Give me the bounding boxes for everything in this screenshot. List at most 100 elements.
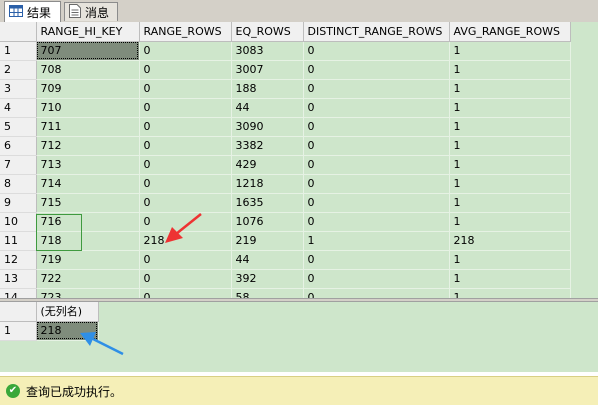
table-cell-eq-rows[interactable]: 58 [231,288,304,298]
table-cell-range-rows[interactable]: 218 [139,231,232,251]
row-number[interactable]: 7 [0,155,37,175]
table-row[interactable]: 9 715 0 1635 0 1 [0,193,571,213]
table-cell-distinct-range-rows[interactable]: 0 [303,136,450,156]
table-row[interactable]: 1 707 0 3083 0 1 [0,41,571,61]
header-corner[interactable] [0,302,37,322]
table-cell-range-rows[interactable]: 0 [139,98,232,118]
table-cell-eq-rows[interactable]: 3007 [231,60,304,80]
table-row[interactable]: 3 709 0 188 0 1 [0,79,571,99]
table-row[interactable]: 5 711 0 3090 0 1 [0,117,571,137]
table-cell-eq-rows[interactable]: 3083 [231,41,304,61]
table-cell-distinct-range-rows[interactable]: 0 [303,193,450,213]
column-header-avg-range-rows[interactable]: AVG_RANGE_ROWS [449,22,571,42]
table-cell-avg-range-rows[interactable]: 1 [449,60,571,80]
table-cell-avg-range-rows[interactable]: 1 [449,136,571,156]
table-cell-avg-range-rows[interactable]: 1 [449,174,571,194]
table-row[interactable]: 11 718 218 219 1 218 [0,231,571,251]
table-cell-range-hi-key[interactable]: 711 [36,117,140,137]
table-cell-distinct-range-rows[interactable]: 0 [303,117,450,137]
row-number[interactable]: 1 [0,321,37,341]
row-number[interactable]: 9 [0,193,37,213]
table-cell-avg-range-rows[interactable]: 1 [449,250,571,270]
table-cell-distinct-range-rows[interactable]: 1 [303,231,450,251]
table-cell-avg-range-rows[interactable]: 1 [449,288,571,298]
table-cell-range-hi-key[interactable]: 716 [36,212,140,232]
table-cell-eq-rows[interactable]: 44 [231,250,304,270]
table-cell-range-rows[interactable]: 0 [139,79,232,99]
table-cell-eq-rows[interactable]: 3382 [231,136,304,156]
table-cell-avg-range-rows[interactable]: 1 [449,155,571,175]
table-row[interactable]: 12 719 0 44 0 1 [0,250,571,270]
table-cell-range-rows[interactable]: 0 [139,193,232,213]
table-row[interactable]: 13 722 0 392 0 1 [0,269,571,289]
table-cell-eq-rows[interactable]: 429 [231,155,304,175]
row-number[interactable]: 11 [0,231,37,251]
table-cell-range-rows[interactable]: 0 [139,250,232,270]
row-number[interactable]: 8 [0,174,37,194]
table-cell-avg-range-rows[interactable]: 1 [449,269,571,289]
table-cell-distinct-range-rows[interactable]: 0 [303,60,450,80]
table-cell-eq-rows[interactable]: 392 [231,269,304,289]
row-number[interactable]: 10 [0,212,37,232]
histogram-results-grid[interactable]: RANGE_HI_KEY RANGE_ROWS EQ_ROWS DISTINCT… [0,22,598,298]
table-cell-range-rows[interactable]: 0 [139,174,232,194]
table-cell-range-hi-key[interactable]: 714 [36,174,140,194]
table-cell-avg-range-rows[interactable]: 1 [449,41,571,61]
table-cell-distinct-range-rows[interactable]: 0 [303,98,450,118]
table-cell-avg-range-rows[interactable]: 1 [449,117,571,137]
table-row[interactable]: 6 712 0 3382 0 1 [0,136,571,156]
table-cell-distinct-range-rows[interactable]: 0 [303,212,450,232]
table-cell-range-rows[interactable]: 0 [139,117,232,137]
table-cell-range-rows[interactable]: 0 [139,155,232,175]
table-cell-avg-range-rows[interactable]: 218 [449,231,571,251]
table-cell-range-hi-key[interactable]: 709 [36,79,140,99]
table-cell-distinct-range-rows[interactable]: 0 [303,155,450,175]
table-row[interactable]: 8 714 0 1218 0 1 [0,174,571,194]
row-number[interactable]: 12 [0,250,37,270]
row-number[interactable]: 13 [0,269,37,289]
table-cell-range-rows[interactable]: 0 [139,212,232,232]
table-row[interactable]: 4 710 0 44 0 1 [0,98,571,118]
table-cell-avg-range-rows[interactable]: 1 [449,98,571,118]
table-cell-avg-range-rows[interactable]: 1 [449,212,571,232]
column-header-distinct-range-rows[interactable]: DISTINCT_RANGE_ROWS [303,22,450,42]
table-row[interactable]: 7 713 0 429 0 1 [0,155,571,175]
column-header-no-column-name[interactable]: (无列名) [36,302,99,322]
table-row[interactable]: 14 723 0 58 0 1 [0,288,571,298]
column-header-range-rows[interactable]: RANGE_ROWS [139,22,232,42]
table-cell-range-rows[interactable]: 0 [139,136,232,156]
row-number[interactable]: 6 [0,136,37,156]
table-cell-range-rows[interactable]: 0 [139,41,232,61]
header-corner[interactable] [0,22,37,42]
row-number[interactable]: 1 [0,41,37,61]
table-cell-range-hi-key[interactable]: 723 [36,288,140,298]
table-cell-distinct-range-rows[interactable]: 0 [303,269,450,289]
table-cell-range-hi-key[interactable]: 712 [36,136,140,156]
table-cell-distinct-range-rows[interactable]: 0 [303,250,450,270]
row-number[interactable]: 4 [0,98,37,118]
table-cell-range-rows[interactable]: 0 [139,269,232,289]
table-cell-range-hi-key[interactable]: 708 [36,60,140,80]
table-cell-range-hi-key[interactable]: 722 [36,269,140,289]
column-header-eq-rows[interactable]: EQ_ROWS [231,22,304,42]
table-cell-range-hi-key[interactable]: 713 [36,155,140,175]
table-cell-range-hi-key[interactable]: 707 [36,41,140,61]
table-cell-eq-rows[interactable]: 44 [231,98,304,118]
table-cell-distinct-range-rows[interactable]: 0 [303,41,450,61]
table-cell-range-hi-key[interactable]: 719 [36,250,140,270]
table-cell-range-rows[interactable]: 0 [139,288,232,298]
table-cell-eq-rows[interactable]: 1076 [231,212,304,232]
row-number[interactable]: 5 [0,117,37,137]
table-cell-range-rows[interactable]: 0 [139,60,232,80]
table-cell-distinct-range-rows[interactable]: 0 [303,79,450,99]
table-cell-distinct-range-rows[interactable]: 0 [303,174,450,194]
table-cell-range-hi-key[interactable]: 715 [36,193,140,213]
table-cell-selected[interactable]: 218 [36,321,99,341]
tab-results[interactable]: 结果 [4,1,61,22]
table-cell-avg-range-rows[interactable]: 1 [449,193,571,213]
tab-messages[interactable]: 消息 [64,2,118,21]
table-cell-avg-range-rows[interactable]: 1 [449,79,571,99]
row-number[interactable]: 3 [0,79,37,99]
column-header-range-hi-key[interactable]: RANGE_HI_KEY [36,22,140,42]
table-cell-eq-rows[interactable]: 188 [231,79,304,99]
